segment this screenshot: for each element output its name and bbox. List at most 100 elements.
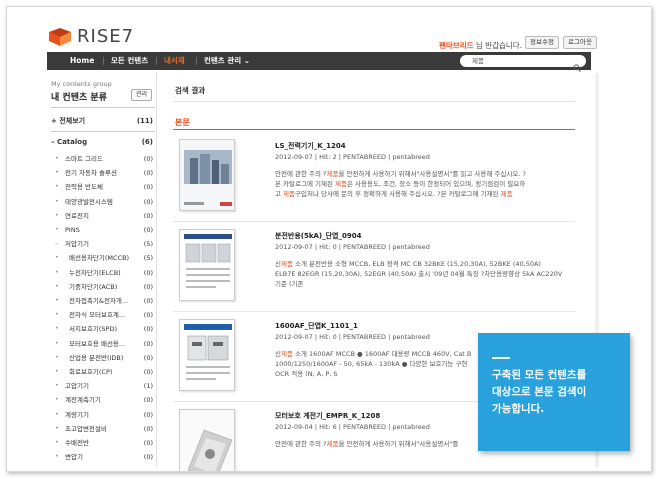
sidebar-item-label: 변압기: [65, 453, 83, 462]
sidebar-item-label: 기중차단기(ACB): [69, 282, 118, 291]
snippet-text: 소개 1600AF MCCB ● 1600AF 대용량 MCCB 460V, C…: [292, 350, 472, 358]
bullet-icon: •: [55, 439, 59, 446]
search-result[interactable]: LS_전력기기_K_1204 2012-09-07 | Hit: 2 | PEN…: [173, 139, 575, 219]
edit-info-button[interactable]: 정보수정: [525, 36, 559, 49]
sidebar-item-count: (0): [143, 339, 153, 348]
bullet-icon: •: [55, 396, 59, 404]
greeting: 팬타브리드 님 반갑습니다.: [439, 40, 522, 51]
callout-line-3: 가능합니다.: [492, 403, 545, 415]
sidebar-item-label: – Catalog: [51, 138, 88, 146]
sub-bullet-icon: •: [55, 183, 59, 191]
divider: [173, 101, 575, 102]
sidebar-item[interactable]: • 회로보호기(CP) (0): [51, 366, 155, 378]
sidebar-item-count: (0): [143, 297, 153, 305]
sub-bullet-icon: •: [55, 254, 59, 262]
snippet-highlight: 제품: [280, 260, 293, 268]
sidebar-item-all[interactable]: + 전체보기 (11): [51, 115, 155, 127]
result-thumbnail[interactable]: [179, 139, 235, 211]
snippet-text: 고: [275, 190, 284, 198]
sidebar-item-count: (0): [143, 226, 153, 234]
sidebar-item[interactable]: • 수배전반 (0): [51, 437, 155, 449]
sidebar-item-label: 모터보호용 배선용...: [69, 339, 126, 348]
result-thumbnail[interactable]: [179, 319, 235, 391]
callout-line-1: 구축된 모든 컨텐츠를: [492, 369, 587, 381]
page-title: 검색 결과: [175, 86, 206, 95]
sidebar-item[interactable]: • 고압기기 (1): [51, 380, 155, 392]
sidebar-item[interactable]: • 산업용 분전반(IDB) (0): [51, 352, 155, 364]
sidebar-item[interactable]: • 누전차단기(ELCB) (0): [51, 267, 155, 279]
sidebar-item-label: 태양광발전시스템: [65, 197, 113, 206]
logo[interactable]: RISE7: [49, 26, 134, 47]
snippet-text: OCR 적용 (N, A, P, S: [275, 370, 338, 378]
sub-bullet-icon: •: [55, 353, 59, 361]
nav-divider: [156, 57, 157, 65]
sub-bullet-icon: •: [55, 197, 59, 205]
snippet-text: 안전에 관한 주의 ?: [275, 440, 327, 448]
sidebar-item-count: (0): [143, 325, 153, 334]
sidebar-item[interactable]: • 변압기 (0): [51, 451, 155, 463]
sidebar-item[interactable]: • 연료전지 (0): [51, 210, 155, 222]
all-label: 전체보기: [59, 117, 86, 125]
sidebar-item-label: 전자접촉기&전자개...: [69, 297, 129, 305]
snippet-text: ELB7E 82EGR (15,20,30A), 52EGR (40,50A) …: [275, 270, 563, 278]
sidebar-item-count: (0): [143, 453, 153, 462]
result-title[interactable]: 1600AF_단엽K_1101_1: [275, 321, 358, 331]
sidebar-item[interactable]: • PINS (0): [51, 224, 155, 236]
sidebar-item[interactable]: • 기중차단기(ACB) (0): [51, 281, 155, 293]
sidebar-item[interactable]: • 스마트 그리드 (0): [51, 153, 155, 165]
sidebar-item-label: 스마트 그리드: [65, 155, 103, 163]
sidebar-item-label: 서지보호기(SPD): [69, 325, 118, 334]
result-title[interactable]: LS_전력기기_K_1204: [275, 141, 346, 151]
snippet-highlight: 제품: [326, 440, 339, 448]
sidebar-item-count: (0): [143, 424, 153, 433]
bullet-icon: •: [55, 424, 59, 432]
search-input[interactable]: 제품: [472, 55, 484, 67]
sidebar-item-count: (5): [143, 240, 153, 249]
logo-text: RISE7: [77, 26, 135, 47]
nav-content-manage[interactable]: 컨텐츠 관리 ⌄: [204, 52, 250, 70]
sidebar-item-label: 누전차단기(ELCB): [69, 268, 121, 277]
section-title: 본문: [175, 118, 190, 127]
search-icon[interactable]: [573, 57, 581, 72]
sidebar-item[interactable]: – 저압기기 (5): [51, 238, 155, 250]
manage-button[interactable]: 관리: [131, 89, 152, 101]
sidebar-item[interactable]: • 계량기기 (0): [51, 409, 155, 421]
nav-home[interactable]: Home: [70, 52, 94, 70]
result-thumbnail[interactable]: [179, 229, 235, 301]
logout-button[interactable]: 로그아웃: [563, 36, 597, 49]
callout-text: 구축된 모든 컨텐츠를 대상으로 본문 검색이 가능합니다.: [492, 367, 622, 418]
snippet-text: 기준 (기존: [275, 280, 304, 288]
sidebar-item[interactable]: • 배선용차단기(MCCB) (5): [51, 252, 155, 264]
snippet-highlight: 제품: [326, 170, 339, 178]
result-meta: 2012-09-04 | Hit: 6 | PENTABREED | penta…: [275, 423, 430, 431]
result-meta: 2012-09-07 | Hit: 0 | PENTABREED | penta…: [275, 243, 430, 251]
snippet-text: 1000/1250/1600AF - 50, 65kA - 130kA ● 다양…: [275, 360, 468, 368]
sidebar-item[interactable]: • 모터보호용 배선용... (0): [51, 338, 155, 350]
search-box[interactable]: 제품: [460, 55, 586, 72]
sidebar-item-count: (0): [143, 353, 153, 362]
sidebar-title: 내 컨텐츠 분류: [51, 93, 107, 103]
sidebar-item-count: (6): [141, 138, 153, 146]
sidebar-item[interactable]: • 전력용 반도체 (0): [51, 181, 155, 193]
sidebar-item[interactable]: • 전기 자동차 솔루션 (0): [51, 167, 155, 179]
sidebar-item[interactable]: • 전자접촉기&전자개... (0): [51, 295, 155, 307]
search-result[interactable]: 분전반용(5kA)_단엽_0904 2012-09-07 | Hit: 0 | …: [173, 229, 575, 309]
sidebar-item-count: (0): [143, 311, 153, 320]
result-title[interactable]: 분전반용(5kA)_단엽_0904: [275, 231, 361, 241]
sidebar-item[interactable]: • 서지보호기(SPD) (0): [51, 323, 155, 335]
sidebar-item-label: 배선용차단기(MCCB): [69, 254, 130, 263]
sidebar-item[interactable]: • 초고압변전설비 (0): [51, 423, 155, 435]
main-nav: Home 모든 컨텐츠 내서재 컨텐츠 관리 ⌄ 제품: [47, 52, 591, 72]
nav-my-library[interactable]: 내서재: [164, 52, 185, 70]
sidebar-item-count: (5): [143, 254, 153, 263]
sidebar-item-catalog[interactable]: – Catalog (6): [51, 136, 155, 148]
sidebar-item[interactable]: • 전자식 모터보호계... (0): [51, 309, 155, 321]
sidebar-item[interactable]: • 태양광발전시스템 (0): [51, 196, 155, 208]
sidebar-item[interactable]: • 계전계측기기 (0): [51, 394, 155, 406]
sidebar-item-label: 회로보호기(CP): [69, 368, 113, 376]
bullet-icon: •: [55, 410, 59, 418]
nav-all-contents[interactable]: 모든 컨텐츠: [111, 52, 148, 70]
result-thumbnail[interactable]: [179, 409, 235, 471]
sidebar-item-count: (1): [143, 382, 153, 391]
result-title[interactable]: 모터보호 계전기_EMPR_K_1208: [275, 411, 380, 421]
